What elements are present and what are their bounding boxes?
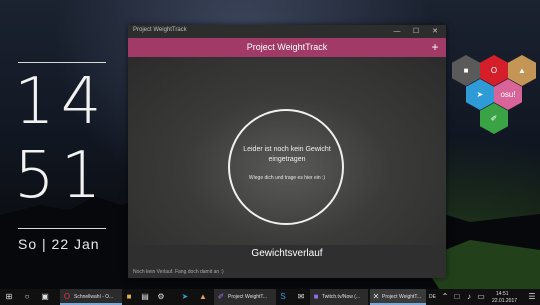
volume-icon[interactable]: ♪ <box>464 292 474 302</box>
network-icon[interactable]: □ <box>452 292 462 302</box>
app-title: Project WeightTrack <box>246 42 328 52</box>
app-window: Project WeightTrack — ☐ ✕ Project Weight… <box>128 25 446 278</box>
taskbar-label-twitch: Twitch.tv/Now (... <box>322 294 361 300</box>
clock-date: So | 22 Jan <box>18 236 100 252</box>
taskbar-label-weighttrack: Project WeightT... <box>382 294 422 300</box>
history-note: Noch kein Verlauf. Fang doch damit an :) <box>133 269 224 275</box>
twitch-icon: ■ <box>313 292 319 301</box>
tray-date[interactable]: 22.01.2017 <box>492 298 517 304</box>
app-header: Project WeightTrack + <box>128 38 446 57</box>
taskbar-label-opera: Schnellwahl - O... <box>74 294 114 300</box>
add-weight-button[interactable]: + <box>428 39 442 55</box>
history-title: Gewichtsverlauf <box>251 248 323 259</box>
action-center-icon[interactable]: ☰ <box>527 292 537 302</box>
weighttrack-app-icon: ✕ <box>372 292 380 301</box>
settings-icon[interactable]: ⚙ <box>156 292 166 302</box>
language-indicator[interactable]: DE <box>429 294 436 300</box>
chevron-up-icon[interactable]: ⌃ <box>440 292 450 302</box>
taskbar-label-vs: Project WeightT... <box>228 294 268 300</box>
maximize-button[interactable]: ☐ <box>409 26 423 37</box>
taskbar: ⊞ ○ ▣ O Schnellwahl - O... ■ ▤ ⚙ ➤ ▲ ✐ P… <box>0 289 540 305</box>
mail-icon[interactable]: ✉ <box>296 292 306 302</box>
tray-time[interactable]: 14:51 <box>496 291 509 297</box>
telegram-icon[interactable]: ➤ <box>180 292 190 302</box>
clock-minute: 51 <box>14 139 108 213</box>
store-icon[interactable]: ▤ <box>140 292 150 302</box>
search-icon[interactable]: ○ <box>22 292 32 302</box>
notification-icon[interactable]: ▭ <box>476 292 486 302</box>
clock-divider-top <box>18 62 106 63</box>
empty-state-circle <box>228 109 344 225</box>
start-icon[interactable]: ⊞ <box>4 292 14 302</box>
empty-state-message: Leider ist noch kein Gewicht eingetragen <box>243 146 331 163</box>
skype-icon[interactable]: S <box>278 292 288 302</box>
clock-divider-bottom <box>18 228 106 229</box>
clock-hour: 14 <box>14 65 108 139</box>
window-title: Project WeightTrack <box>133 27 187 33</box>
history-panel: Gewichtsverlauf Noch kein Verlauf. Fang … <box>128 245 446 278</box>
empty-state-hint: Wiege dich und trage es hier ein :) <box>248 175 326 181</box>
gimp-icon[interactable]: ▲ <box>198 292 208 302</box>
window-titlebar[interactable]: Project WeightTrack — ☐ ✕ <box>128 25 446 38</box>
close-button[interactable]: ✕ <box>428 26 442 37</box>
minimize-button[interactable]: — <box>390 26 404 37</box>
opera-icon: O <box>63 292 71 301</box>
file-explorer-icon[interactable]: ■ <box>124 292 134 302</box>
visual-studio-icon: ✐ <box>217 292 225 301</box>
task-view-icon[interactable]: ▣ <box>40 292 50 302</box>
